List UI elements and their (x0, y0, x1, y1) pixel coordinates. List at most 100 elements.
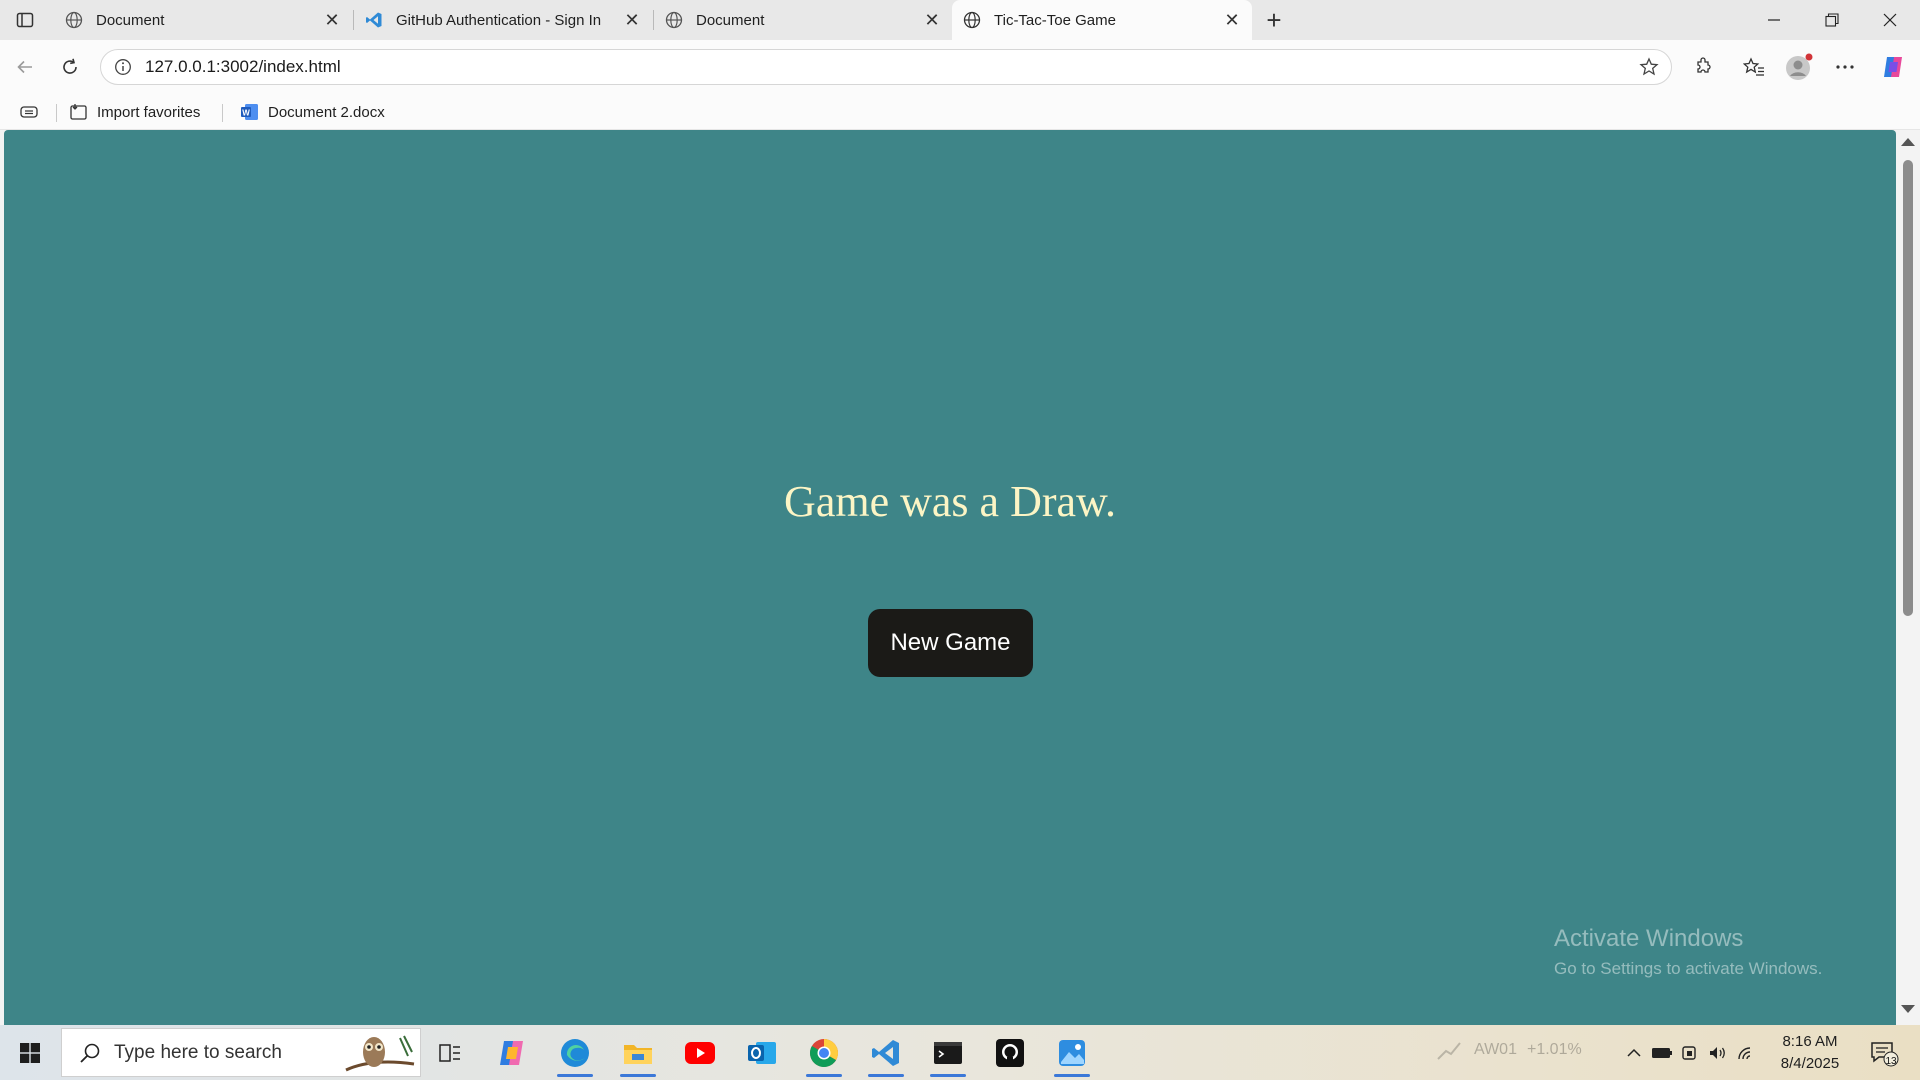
favorites-list-icon (1743, 57, 1764, 76)
watermark-subtitle: Go to Settings to activate Windows. (1554, 959, 1823, 978)
tab-document-1[interactable]: Document ✕ (54, 0, 352, 40)
edge-icon (561, 1039, 589, 1067)
notification-center-button[interactable]: 13 (1866, 1035, 1902, 1071)
vscode-icon (872, 1040, 899, 1066)
back-arrow-icon (17, 60, 32, 74)
refresh-icon (63, 58, 77, 74)
copilot-button[interactable] (1876, 50, 1910, 84)
favorites-button[interactable] (1737, 50, 1771, 84)
address-bar[interactable]: 127.0.0.1:3002/index.html (100, 49, 1672, 85)
close-icon[interactable]: ✕ (322, 10, 342, 30)
restore-icon (1825, 13, 1839, 27)
volume-icon[interactable] (1704, 1025, 1732, 1080)
taskbar-task-view[interactable] (424, 1029, 476, 1077)
close-icon (1883, 13, 1897, 27)
photos-icon (1059, 1040, 1085, 1066)
search-highlight-owl-icon (340, 1028, 420, 1077)
avatar-icon (1786, 53, 1813, 80)
tab-tic-tac-toe[interactable]: Tic-Tac-Toe Game ✕ (952, 0, 1252, 40)
taskbar-terminal[interactable] (922, 1029, 974, 1077)
taskbar-youtube[interactable] (674, 1029, 726, 1077)
profile-button[interactable] (1782, 50, 1816, 84)
watermark-title: Activate Windows (1554, 925, 1744, 952)
favorite-star-icon[interactable] (1631, 49, 1667, 85)
import-favorites-link[interactable]: Import favorites (68, 100, 200, 124)
favorites-bar: Import favorites W Document 2.docx (0, 94, 1920, 130)
taskbar-photos[interactable] (1046, 1029, 1098, 1077)
globe-icon (664, 10, 684, 30)
scroll-down-arrow-icon[interactable] (1901, 1005, 1915, 1013)
vertical-scrollbar[interactable] (1896, 130, 1920, 1025)
extensions-button[interactable] (1686, 50, 1720, 84)
meet-now-icon[interactable] (1676, 1025, 1704, 1080)
clock-time: 8:16 AM (1782, 1033, 1838, 1050)
game-status-message: Game was a Draw. (784, 477, 1116, 526)
word-icon: W (239, 101, 261, 123)
more-dots-icon (1836, 65, 1854, 69)
scroll-thumb[interactable] (1903, 160, 1913, 616)
stock-widget[interactable]: AW01 +1.01% (1436, 1039, 1582, 1061)
taskbar-copilot[interactable] (486, 1029, 538, 1077)
new-tab-button[interactable]: + (1258, 4, 1290, 36)
restore-button[interactable] (1803, 0, 1861, 40)
url-text[interactable]: 127.0.0.1:3002/index.html (145, 57, 1631, 77)
fav-label: Import favorites (97, 103, 201, 121)
globe-icon (962, 10, 982, 30)
taskbar-clock[interactable]: 8:16 AM 8/4/2025 (1770, 1031, 1850, 1075)
tab-title: Document (96, 11, 165, 29)
extensions-icon (1697, 57, 1711, 73)
tab-github-auth[interactable]: GitHub Authentication - Sign In ✕ (354, 0, 652, 40)
tab-actions-button[interactable] (8, 6, 42, 34)
taskbar-github[interactable] (984, 1029, 1036, 1077)
system-tray (1620, 1025, 1760, 1080)
document-2-link[interactable]: W Document 2.docx (239, 100, 385, 124)
start-button[interactable] (10, 1033, 50, 1073)
task-view-icon (439, 1044, 460, 1062)
battery-icon[interactable] (1648, 1025, 1676, 1080)
notification-count: 13 (1885, 1056, 1897, 1067)
copilot-icon (1884, 57, 1902, 77)
more-options-button[interactable] (1828, 50, 1862, 84)
browser-toolbar: 127.0.0.1:3002/index.html (0, 40, 1920, 94)
taskbar-file-explorer[interactable] (612, 1029, 664, 1077)
site-info-icon[interactable] (105, 49, 141, 85)
fav-label: Document 2.docx (268, 103, 385, 121)
search-placeholder: Type here to search (114, 1041, 282, 1063)
taskbar-outlook[interactable] (736, 1029, 788, 1077)
close-icon[interactable]: ✕ (1222, 10, 1242, 30)
new-game-button[interactable]: New Game (868, 609, 1033, 677)
collections-button[interactable] (18, 100, 47, 124)
stock-label: AW01 (1474, 1041, 1517, 1058)
close-icon[interactable]: ✕ (622, 10, 642, 30)
taskbar-chrome[interactable] (798, 1029, 850, 1077)
terminal-icon (934, 1042, 962, 1064)
back-button[interactable] (8, 50, 42, 84)
taskbar-search-box[interactable]: Type here to search (61, 1028, 421, 1077)
search-icon (70, 1033, 110, 1073)
refresh-button[interactable] (53, 50, 87, 84)
wifi-icon[interactable] (1732, 1025, 1760, 1080)
tab-title: GitHub Authentication - Sign In (396, 11, 602, 29)
page-viewport: Game was a Draw. New Game Activate Windo… (4, 130, 1896, 1025)
import-favorites-icon (68, 101, 90, 123)
tab-document-2[interactable]: Document ✕ (654, 0, 952, 40)
close-window-button[interactable] (1861, 0, 1919, 40)
tab-actions-icon (16, 12, 34, 28)
activate-windows-watermark: Activate Windows Go to Settings to activ… (1554, 925, 1822, 979)
show-hidden-icons-icon[interactable] (1620, 1025, 1648, 1080)
github-icon (996, 1039, 1024, 1067)
outlook-icon (748, 1042, 776, 1064)
close-icon[interactable]: ✕ (922, 10, 942, 30)
tab-title: Document (696, 11, 765, 29)
vscode-icon (364, 10, 384, 30)
youtube-icon (685, 1042, 715, 1064)
favorites-separator (222, 104, 223, 122)
windows-taskbar: Type here to search AW01 +1.01% 8:16 AM … (0, 1025, 1920, 1080)
copilot-icon (500, 1041, 523, 1065)
minimize-button[interactable] (1745, 0, 1803, 40)
chrome-icon (810, 1039, 838, 1067)
globe-icon (64, 10, 84, 30)
scroll-up-arrow-icon[interactable] (1901, 138, 1915, 146)
taskbar-edge[interactable] (549, 1029, 601, 1077)
taskbar-vscode[interactable] (860, 1029, 912, 1077)
